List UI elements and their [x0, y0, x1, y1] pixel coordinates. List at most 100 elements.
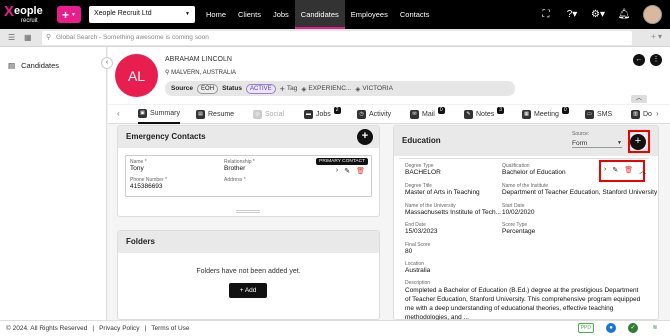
location-text: MALVERN, AUSTRALIA — [171, 70, 236, 76]
company-select[interactable]: Xeople Recruit Ltd ▼ — [89, 6, 195, 23]
tab-summary[interactable]: ▣ Summary — [138, 105, 180, 124]
contact-relationship: Brother — [224, 165, 246, 172]
ppd-badge[interactable]: PPD — [577, 323, 594, 333]
chevron-left-icon[interactable]: ‹ — [117, 109, 120, 118]
top-icons: ⛶ ?▾ ⚙▾ 🔔︎ — [539, 5, 662, 24]
nav-employees[interactable]: Employees — [345, 0, 394, 29]
global-search-input[interactable]: ⚲ Global Search - Something awesome is c… — [42, 31, 632, 45]
add-tag-button[interactable]: + Tag — [280, 84, 298, 94]
logo-sub: recruit — [21, 18, 38, 24]
tab-social[interactable]: ◎ Social — [253, 105, 284, 124]
drag-handle[interactable] — [236, 210, 260, 213]
sms-icon: ▭ — [585, 110, 594, 119]
bell-icon[interactable]: 🔔︎ — [617, 9, 631, 20]
sidebar: ▤ Candidates — [0, 47, 107, 320]
sidebar-collapse-button[interactable]: ‹ — [101, 57, 113, 69]
emergency-contact-card: PRIMARY CONTACT Name * Tony Relationship… — [125, 155, 372, 197]
source-badge[interactable]: EOH — [197, 83, 219, 94]
edit-icon[interactable]: ✎ — [344, 167, 350, 175]
nav-contacts[interactable]: Contacts — [394, 0, 436, 29]
count-badge: 0 — [561, 107, 569, 114]
status-label: Status — [222, 85, 242, 92]
map-pin-icon: ⚲ — [165, 70, 170, 76]
add-emergency-contact-button[interactable]: + — [357, 129, 373, 145]
check-circle-icon[interactable]: ✓ — [628, 323, 638, 333]
gear-icon[interactable]: ⚙▾ — [591, 9, 605, 20]
summary-icon: ▣ — [138, 109, 147, 118]
user-circle-icon[interactable]: ● — [606, 323, 616, 333]
chevron-right-icon[interactable]: › — [656, 109, 659, 118]
end-date: 15/03/2023 — [405, 228, 438, 235]
company-name: Xeople Recruit Ltd — [94, 10, 152, 17]
folders-empty-message: Folders have not been added yet. — [196, 268, 301, 275]
nav-home[interactable]: Home — [200, 0, 232, 29]
document-icon: ▥ — [631, 110, 640, 119]
candidate-tabs: ‹ ▣ Summary ▤ Resume ◎ Social ▬ Jobs 2 ◷ Activ… — [108, 105, 670, 124]
degree-type: BACHELOR — [405, 169, 441, 176]
candidate-avatar: AL — [115, 54, 158, 97]
tab-sms[interactable]: ▭ SMS — [585, 105, 612, 124]
collapse-header-button[interactable]: ︿ — [631, 95, 647, 103]
status-badge[interactable]: ACTIVE — [245, 83, 276, 94]
nav-candidates[interactable]: Candidates — [294, 0, 345, 29]
count-badge: 0 — [437, 107, 445, 114]
panel-title: Emergency Contacts — [126, 132, 206, 141]
add-education-button[interactable]: + — [630, 134, 646, 150]
panel-title: Education — [402, 136, 441, 145]
chevron-up-icon[interactable]: ︿ — [639, 166, 646, 176]
trash-icon[interactable]: 🗑︎ — [356, 167, 365, 175]
quick-add-button[interactable]: + ▼ — [57, 6, 81, 23]
list-icon: ▤ — [8, 61, 16, 70]
institute-name: Department of Teacher Education, Stanfor… — [502, 189, 658, 196]
tab-resume[interactable]: ▤ Resume — [196, 105, 234, 124]
tab-label: Resume — [208, 111, 235, 118]
help-icon[interactable]: ?▾ — [565, 9, 579, 20]
count-badge: 2 — [333, 107, 341, 114]
tab-meeting[interactable]: ▦ Meeting 0 — [522, 105, 569, 124]
sidebar-item-label: Candidates — [21, 61, 60, 70]
description: Completed a Bachelor of Education (B.Ed.… — [405, 287, 641, 321]
tag-text: EXPERIENC... — [308, 85, 352, 92]
edit-icon[interactable]: ✎ — [612, 166, 618, 176]
tab-activity[interactable]: ◷ Activity — [357, 105, 391, 124]
add-folder-button[interactable]: + Add — [229, 283, 267, 298]
candidate-tag-bar: Source EOH Status ACTIVE + Tag ◈ EXPERIE… — [165, 81, 515, 96]
tab-label: Do — [643, 111, 652, 118]
tab-mail[interactable]: ✉ Mail 0 — [410, 105, 445, 124]
chevron-right-icon[interactable]: › — [336, 167, 338, 175]
social-icon: ◎ — [253, 110, 262, 119]
more-vertical-icon[interactable]: ⋮ — [650, 54, 662, 66]
tab-label: Jobs — [316, 111, 331, 118]
privacy-policy-link[interactable]: Privacy Policy — [99, 325, 139, 332]
tab-notes[interactable]: ✎ Notes 3 — [464, 105, 505, 124]
fullscreen-icon[interactable]: ⛶ — [539, 9, 553, 20]
nav-jobs[interactable]: Jobs — [267, 0, 295, 29]
grid-icon[interactable]: ▦ — [24, 33, 32, 42]
tag-chip[interactable]: ◈ VICTORIA — [355, 85, 393, 93]
trash-icon[interactable]: 🗑︎ — [624, 166, 633, 176]
terms-of-use-link[interactable]: Terms of Use — [151, 325, 189, 332]
primary-contact-badge: PRIMARY CONTACT — [316, 158, 368, 165]
back-arrow-icon[interactable]: ← — [633, 54, 645, 66]
contact-name: Tony — [130, 165, 144, 172]
candidate-actions: ← ⋮ — [633, 54, 662, 66]
candidate-name: ABRAHAM LINCOLN — [165, 56, 232, 63]
tab-label: SMS — [597, 111, 613, 118]
sidebar-item-candidates[interactable]: ▤ Candidates — [8, 61, 59, 70]
logo-mark: X — [4, 3, 15, 20]
menu-icon[interactable]: ☰ — [8, 33, 15, 42]
mail-icon: ✉ — [410, 110, 419, 119]
xeople-logo[interactable]: X eople recruit — [4, 3, 52, 27]
tag-icon: ◈ — [301, 85, 307, 93]
user-avatar[interactable] — [643, 5, 662, 24]
chevron-right-icon[interactable]: › — [604, 166, 606, 176]
nav-clients[interactable]: Clients — [232, 0, 267, 29]
tab-jobs[interactable]: ▬ Jobs 2 — [304, 105, 341, 124]
tab-label: Activity — [369, 111, 392, 118]
tag-text: VICTORIA — [362, 85, 393, 92]
source-select[interactable]: Form ▼ — [572, 140, 622, 148]
tag-chip[interactable]: ◈ EXPERIENC... — [301, 85, 351, 93]
tab-documents[interactable]: ▥ Do — [631, 105, 652, 124]
education-actions: › ✎ 🗑︎ ︿ — [604, 166, 646, 176]
plus-icon[interactable]: + ▾ — [651, 32, 662, 41]
